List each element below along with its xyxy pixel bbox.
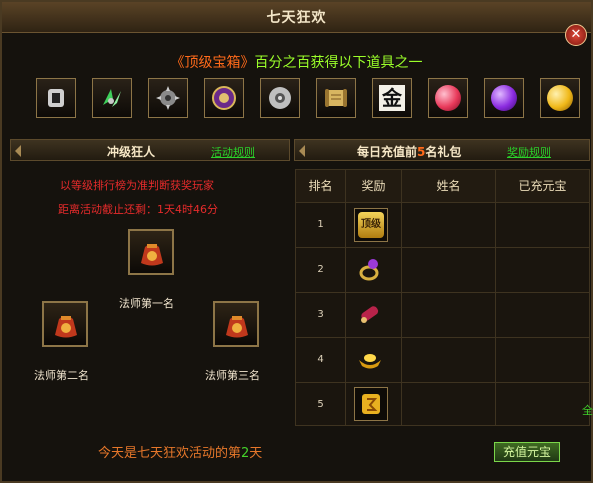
red-scroll-icon bbox=[361, 306, 379, 323]
amethyst-ring-icon bbox=[359, 259, 379, 281]
window-title: 七天狂欢 bbox=[266, 10, 327, 26]
first-place-reward[interactable] bbox=[128, 229, 174, 275]
recharged-cell bbox=[496, 338, 589, 382]
reward-item[interactable] bbox=[354, 298, 388, 332]
name-cell bbox=[402, 338, 496, 382]
reward-item[interactable]: 顶级 bbox=[354, 208, 388, 242]
reward-item[interactable] bbox=[354, 343, 388, 377]
reward-cell bbox=[346, 293, 402, 337]
item-slot-10[interactable] bbox=[540, 78, 580, 118]
gift-bag-icon bbox=[141, 244, 163, 266]
ranking-notice: 以等级排行榜为准判断获奖玩家 bbox=[60, 179, 214, 192]
gift-bag-icon bbox=[55, 316, 77, 338]
table-row: 2 bbox=[296, 247, 589, 292]
name-cell bbox=[402, 203, 496, 247]
purple-seal-icon bbox=[212, 86, 236, 110]
reward-item[interactable] bbox=[354, 387, 388, 421]
recharge-ranking-table: 排名 奖励 姓名 已充元宝 1 顶级 2 3 4 5 bbox=[295, 169, 590, 426]
jade-disc-icon bbox=[269, 87, 291, 109]
item-slot-2[interactable] bbox=[92, 78, 132, 118]
rank-cell: 2 bbox=[296, 248, 346, 292]
table-row: 4 bbox=[296, 337, 589, 382]
red-gem-icon bbox=[435, 85, 461, 111]
rank-cell: 4 bbox=[296, 338, 346, 382]
scroll-icon bbox=[325, 89, 347, 107]
top-box-icon: 顶级 bbox=[358, 212, 384, 238]
column-header-rank: 排名 bbox=[296, 170, 346, 202]
gold-gem-icon bbox=[547, 85, 573, 111]
second-place-reward[interactable] bbox=[42, 301, 88, 347]
purple-gem-icon bbox=[491, 85, 517, 111]
promo-description: 百分之百获得以下道具之一 bbox=[254, 55, 423, 71]
reward-cell bbox=[346, 338, 402, 382]
cutoff-text: 全 bbox=[582, 404, 593, 417]
name-cell bbox=[402, 248, 496, 292]
item-slot-4[interactable] bbox=[204, 78, 244, 118]
close-icon: ✕ bbox=[570, 27, 582, 42]
reward-rules-link[interactable]: 奖励规则 bbox=[507, 144, 551, 160]
table-row: 3 bbox=[296, 292, 589, 337]
third-place-label: 法师第三名 bbox=[205, 369, 260, 382]
gold-talisman-icon bbox=[362, 394, 380, 414]
item-slot-7[interactable]: 金 bbox=[372, 78, 412, 118]
recharged-cell bbox=[496, 203, 589, 247]
table-row: 1 顶级 bbox=[296, 202, 589, 247]
column-header-reward: 奖励 bbox=[346, 170, 402, 202]
rank-cell: 3 bbox=[296, 293, 346, 337]
item-slot-3[interactable] bbox=[148, 78, 188, 118]
rank-cell: 5 bbox=[296, 383, 346, 425]
reward-cell bbox=[346, 248, 402, 292]
left-arrow-icon bbox=[15, 145, 21, 157]
recharged-cell bbox=[496, 383, 589, 425]
item-slot-6[interactable] bbox=[316, 78, 356, 118]
level-race-title: 冲级狂人 bbox=[107, 145, 156, 159]
gold-ingot-icon bbox=[359, 354, 381, 369]
rank-cell: 1 bbox=[296, 203, 346, 247]
spiked-gear-icon bbox=[156, 86, 180, 110]
item-slot-5[interactable] bbox=[260, 78, 300, 118]
recharge-ingot-button[interactable]: 充值元宝 bbox=[494, 442, 560, 462]
recharged-cell bbox=[496, 293, 589, 337]
reward-cell bbox=[346, 383, 402, 425]
title-bar[interactable]: 七天狂欢 bbox=[2, 2, 591, 33]
promo-text: 《顶级宝箱》百分之百获得以下道具之一 bbox=[2, 52, 591, 72]
column-header-recharged: 已充元宝 bbox=[496, 170, 589, 202]
column-header-name: 姓名 bbox=[402, 170, 496, 202]
recharged-cell bbox=[496, 248, 589, 292]
left-arrow-icon bbox=[299, 145, 305, 157]
item-slot-9[interactable] bbox=[484, 78, 524, 118]
gift-bag-icon bbox=[226, 316, 248, 338]
name-cell bbox=[402, 383, 496, 425]
activity-rules-link[interactable]: 活动规则 bbox=[211, 144, 255, 160]
name-cell bbox=[402, 293, 496, 337]
seven-day-carnival-window: 七天狂欢 ✕ 《顶级宝箱》百分之百获得以下道具之一 金 冲级狂人 活动规则 每日… bbox=[0, 0, 593, 483]
second-place-label: 法师第二名 bbox=[34, 369, 89, 382]
close-button[interactable]: ✕ bbox=[565, 24, 587, 46]
daily-recharge-header: 每日充值前5名礼包 奖励规则 bbox=[294, 139, 590, 161]
day-counter: 今天是七天狂欢活动的第2天 bbox=[98, 446, 263, 461]
table-row: 5 bbox=[296, 382, 589, 425]
promo-box-name: 《顶级宝箱》 bbox=[170, 55, 255, 71]
third-place-reward[interactable] bbox=[213, 301, 259, 347]
green-shards-icon bbox=[103, 89, 121, 107]
level-race-header: 冲级狂人 活动规则 bbox=[10, 139, 290, 161]
silver-ring-icon bbox=[48, 89, 64, 107]
reward-item[interactable] bbox=[354, 253, 388, 287]
first-place-label: 法师第一名 bbox=[119, 297, 174, 310]
daily-recharge-title: 每日充值前5名礼包 bbox=[357, 145, 462, 159]
gold-token-icon: 金 bbox=[379, 85, 405, 111]
item-slot-1[interactable] bbox=[36, 78, 76, 118]
item-slot-8[interactable] bbox=[428, 78, 468, 118]
reward-cell: 顶级 bbox=[346, 203, 402, 247]
countdown-text: 距离活动截止还剩：1天4时46分 bbox=[58, 203, 218, 216]
